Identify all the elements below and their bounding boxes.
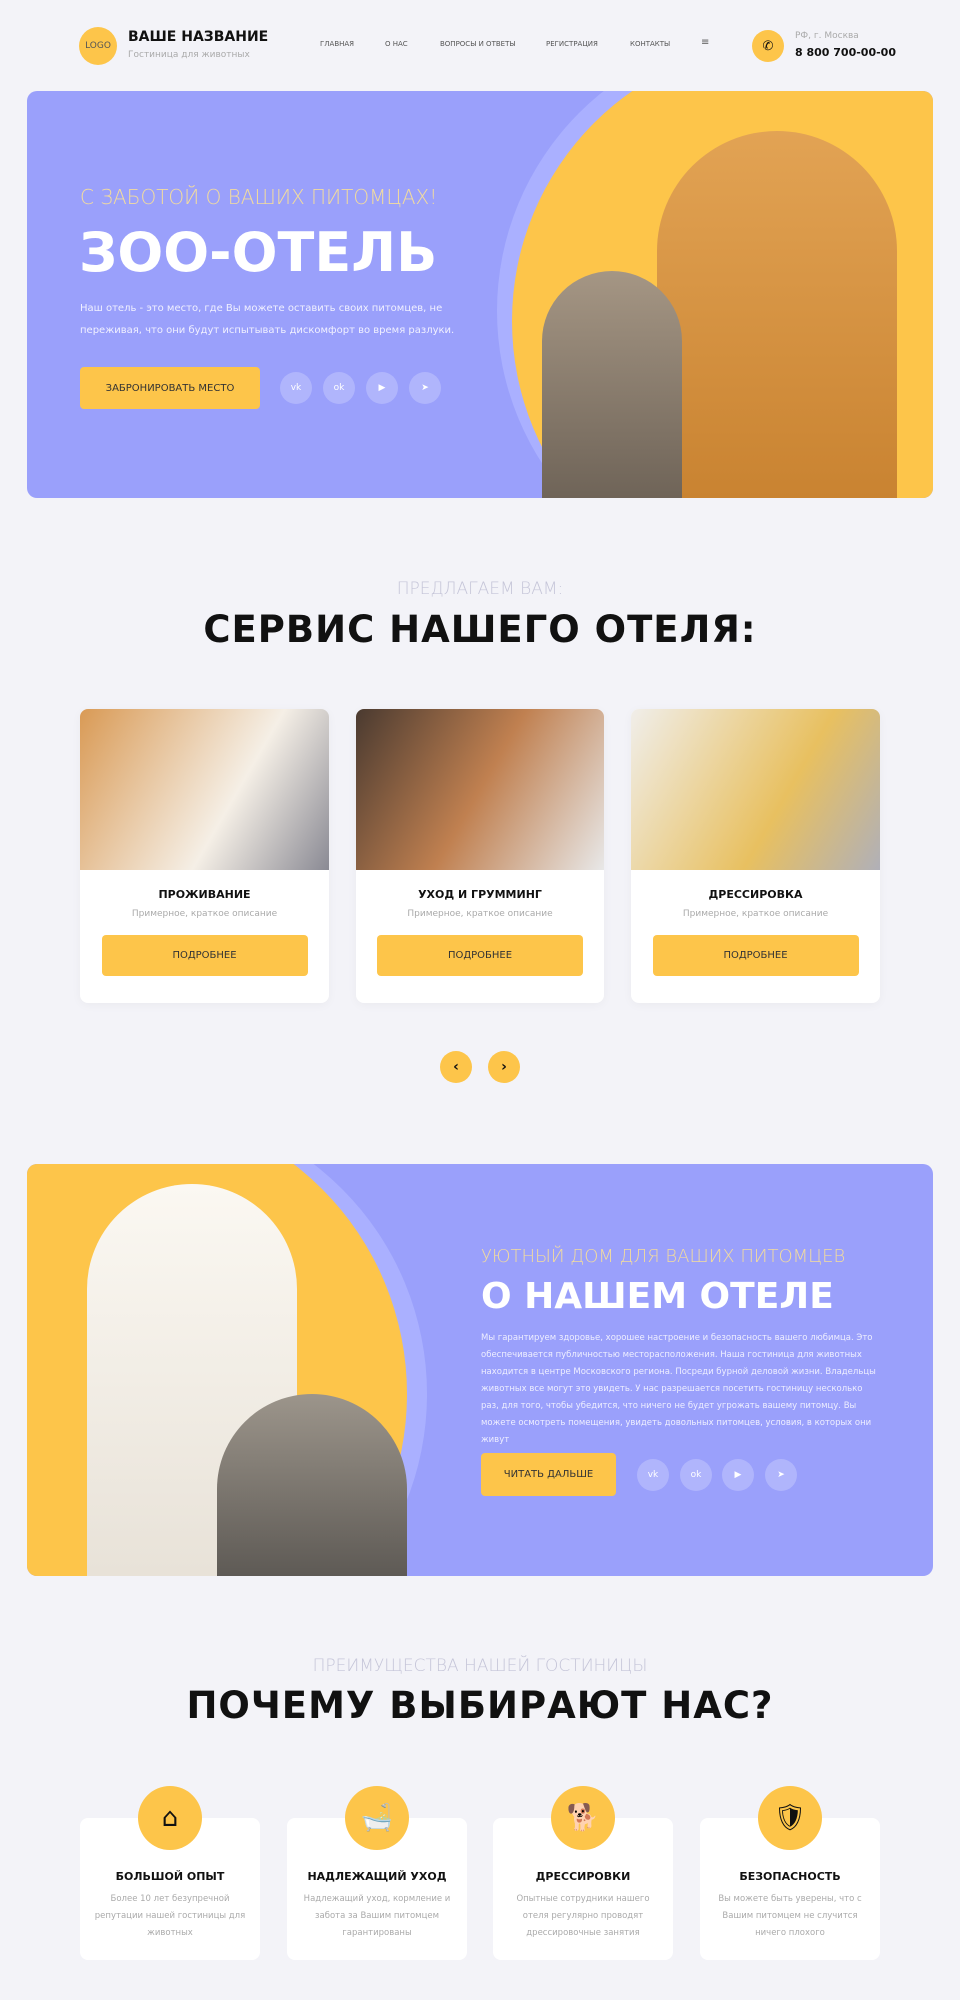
nav-faq[interactable]: ВОПРОСЫ И ОТВЕТЫ (440, 40, 516, 48)
brand-name: ВАШЕ НАЗВАНИЕ (128, 29, 269, 45)
more-button[interactable]: ПОДРОБНЕЕ (377, 935, 583, 976)
service-image (631, 709, 880, 870)
more-button[interactable]: ПОДРОБНЕЕ (652, 935, 859, 976)
cat-image (217, 1394, 407, 1576)
about-text: Мы гарантируем здоровье, хорошее настрое… (481, 1333, 876, 1445)
shield-paw-icon: 🛡 (758, 1786, 822, 1850)
why-subtitle: ПРЕИМУЩЕСТВА НАШЕЙ ГОСТИНИЦЫ (312, 1656, 648, 1676)
hero-title: ЗОО-ОТЕЛЬ (79, 221, 438, 284)
service-card: УХОД И ГРУММИНГ Примерное, краткое описа… (356, 709, 604, 1003)
phone-icon[interactable]: ✆ (752, 30, 784, 62)
doghouse-icon: ⌂ (138, 1786, 202, 1850)
service-desc: Примерное, краткое описание (131, 909, 278, 919)
feature-text: Надлежащий уход, кормление и забота за В… (303, 1894, 451, 1938)
service-card: ДРЕССИРОВКА Примерное, краткое описание … (631, 709, 880, 1003)
service-title: ПРОЖИВАНИЕ (158, 888, 251, 901)
services-title: СЕРВИС НАШЕГО ОТЕЛЯ: (203, 608, 757, 651)
logo[interactable]: LOGO (79, 27, 117, 65)
read-more-button[interactable]: ЧИТАТЬ ДАЛЬШЕ (481, 1453, 616, 1496)
services-subtitle: ПРЕДЛАГАЕМ ВАМ: (396, 579, 564, 599)
service-card: ПРОЖИВАНИЕ Примерное, краткое описание П… (80, 709, 329, 1003)
training-icon: 🐕 (551, 1786, 615, 1850)
service-image (80, 709, 329, 870)
about-banner: УЮТНЫЙ ДОМ ДЛЯ ВАШИХ ПИТОМЦЕВ О НАШЕМ ОТ… (27, 1164, 933, 1576)
ok-icon[interactable]: ok (323, 372, 355, 404)
feature-text: Опытные сотрудники нашего отеля регулярн… (516, 1894, 650, 1938)
youtube-icon[interactable]: ▶ (722, 1459, 754, 1491)
dog-image (657, 131, 897, 498)
vk-icon[interactable]: vk (280, 372, 312, 404)
hero-text: Наш отель - это место, где Вы можете ост… (80, 303, 455, 336)
feature-title: НАДЛЕЖАЩИЙ УХОД (307, 1870, 447, 1883)
youtube-icon[interactable]: ▶ (366, 372, 398, 404)
ok-icon[interactable]: ok (680, 1459, 712, 1491)
hero-subtitle: С ЗАБОТОЙ О ВАШИХ ПИТОМЦАХ! (80, 185, 438, 209)
service-desc: Примерное, краткое описание (407, 909, 553, 919)
telegram-icon[interactable]: ➤ (765, 1459, 797, 1491)
why-title: ПОЧЕМУ ВЫБИРАЮТ НАС? (186, 1684, 774, 1727)
service-desc: Примерное, краткое описание (682, 909, 829, 919)
telegram-icon[interactable]: ➤ (409, 372, 441, 404)
next-arrow-icon[interactable]: › (488, 1051, 520, 1083)
hero-banner: С ЗАБОТОЙ О ВАШИХ ПИТОМЦАХ! ЗОО-ОТЕЛЬ На… (27, 91, 933, 498)
cat-image (542, 271, 682, 498)
prev-arrow-icon[interactable]: ‹ (440, 1051, 472, 1083)
feature-text: Более 10 лет безупречной репутации нашей… (94, 1894, 246, 1938)
menu-icon[interactable]: ≡ (701, 37, 709, 48)
service-title: ДРЕССИРОВКА (708, 888, 803, 901)
nav-contacts[interactable]: КОНТАКТЫ (630, 40, 670, 48)
nav-registration[interactable]: РЕГИСТРАЦИЯ (546, 40, 598, 48)
vk-icon[interactable]: vk (637, 1459, 669, 1491)
phone-number[interactable]: 8 800 700-00-00 (795, 46, 896, 59)
feature-title: БОЛЬШОЙ ОПЫТ (115, 1870, 225, 1883)
more-button[interactable]: ПОДРОБНЕЕ (101, 935, 308, 976)
nav-home[interactable]: ГЛАВНАЯ (320, 40, 354, 48)
service-title: УХОД И ГРУММИНГ (418, 888, 542, 901)
feature-text: Вы можете быть уверены, что с Вашим пито… (718, 1894, 862, 1938)
feature-title: ДРЕССИРОВКИ (535, 1870, 631, 1883)
about-title: О НАШЕМ ОТЕЛЕ (481, 1276, 834, 1317)
brand-tagline: Гостиница для животных (128, 50, 250, 60)
book-button[interactable]: ЗАБРОНИРОВАТЬ МЕСТО (80, 367, 260, 409)
service-image (356, 709, 604, 870)
feature-title: БЕЗОПАСНОСТЬ (739, 1870, 841, 1883)
nav-about[interactable]: О НАС (385, 40, 408, 48)
pet-bath-icon: 🛁 (345, 1786, 409, 1850)
city: РФ, г. Москва (795, 31, 859, 41)
about-subtitle: УЮТНЫЙ ДОМ ДЛЯ ВАШИХ ПИТОМЦЕВ (481, 1246, 846, 1267)
